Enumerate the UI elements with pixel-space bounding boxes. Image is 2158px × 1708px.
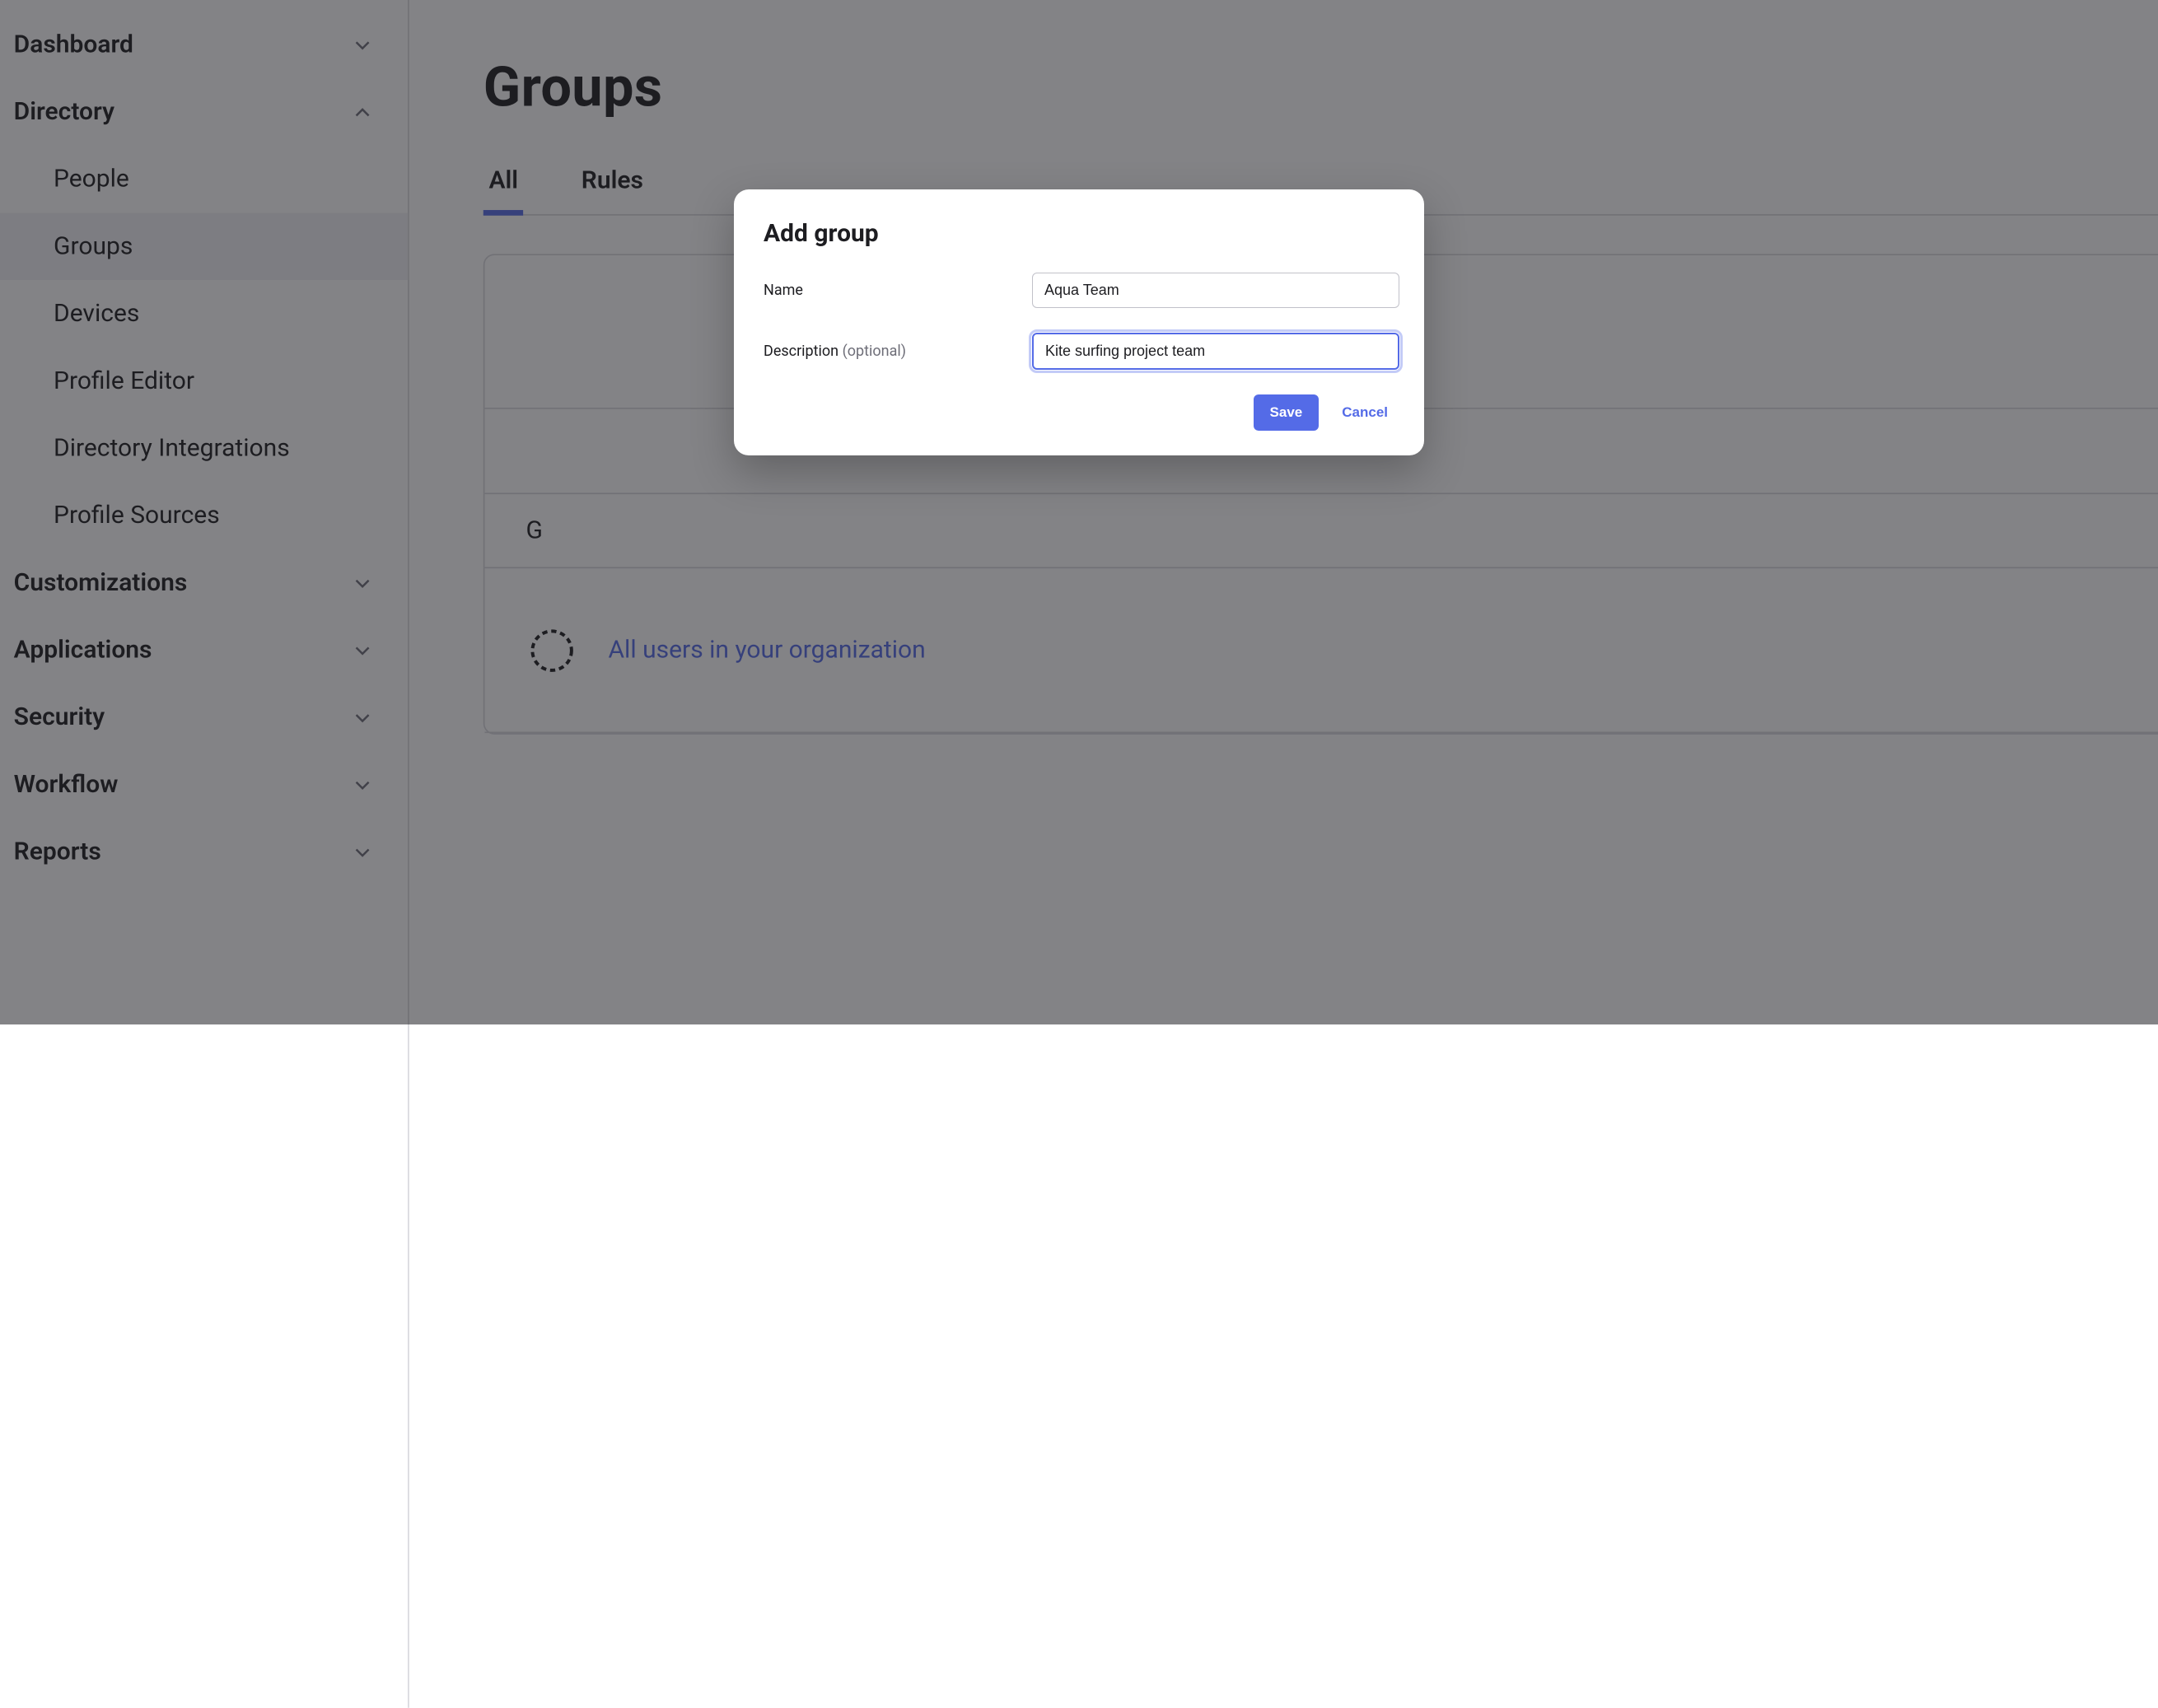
modal-title: Add group (759, 219, 1399, 248)
modal-overlay[interactable]: Add group Name Description (optional) Sa… (0, 0, 2158, 1024)
description-input[interactable] (1032, 333, 1399, 370)
add-group-modal: Add group Name Description (optional) Sa… (734, 189, 1424, 455)
name-input[interactable] (1032, 273, 1399, 308)
cancel-button[interactable]: Cancel (1342, 404, 1388, 421)
save-button[interactable]: Save (1254, 394, 1320, 431)
name-label: Name (764, 282, 1032, 299)
optional-hint: (optional) (843, 343, 906, 360)
description-label: Description (optional) (764, 343, 1032, 360)
